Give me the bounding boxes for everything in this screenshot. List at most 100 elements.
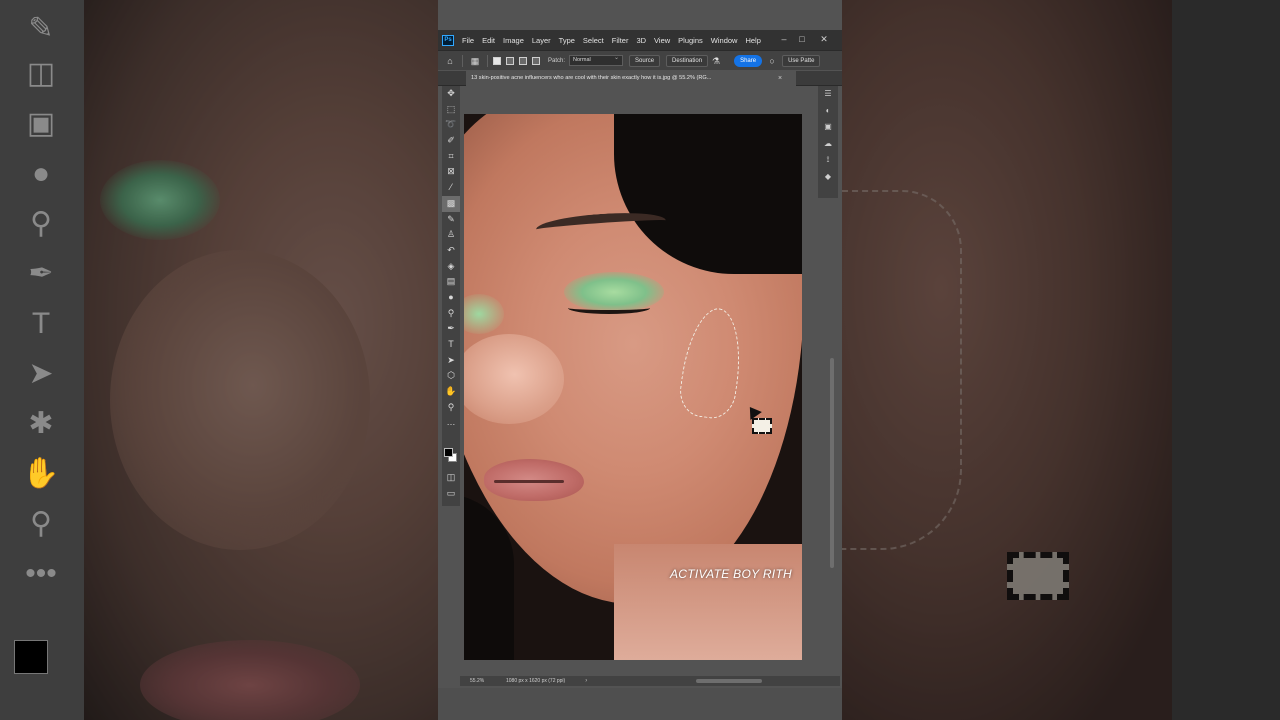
- backdrop-nose: [110, 250, 370, 550]
- blurred-backdrop-left: ✎ ◫ ▣ ● ⚲ ✒ T ➤ ✱ ✋ ⚲ •••: [0, 0, 438, 720]
- document-tab-bar: 13 skin-positive acne influencers who ar…: [438, 71, 842, 86]
- frame-icon[interactable]: ⊠: [442, 164, 460, 180]
- source-button[interactable]: Source: [629, 54, 661, 67]
- type-icon[interactable]: T: [442, 337, 460, 353]
- menu-plugins[interactable]: Plugins: [678, 36, 703, 45]
- close-tab-icon[interactable]: ×: [778, 71, 782, 86]
- backdrop-zoom-icon: ⚲: [30, 507, 52, 540]
- eyedropper-icon[interactable]: ⁄: [442, 180, 460, 196]
- watermark-text: ACTIVATE BOY RITH: [670, 567, 793, 581]
- brush-icon[interactable]: ✎: [442, 212, 460, 228]
- intersect-selection-mode-button[interactable]: [532, 56, 540, 65]
- status-arrow-icon[interactable]: ›: [585, 678, 587, 684]
- backdrop-toolbar: ✎ ◫ ▣ ● ⚲ ✒ T ➤ ✱ ✋ ⚲ •••: [0, 0, 84, 720]
- menu-bar: Ps File Edit Image Layer Type Select Fil…: [438, 30, 842, 50]
- screen-mode-icon[interactable]: ▭: [442, 486, 460, 502]
- subtract-selection-mode-button[interactable]: [519, 56, 527, 65]
- menu-file[interactable]: File: [462, 36, 474, 45]
- options-separator: [462, 54, 463, 67]
- properties-icon[interactable]: ▣: [818, 119, 838, 136]
- canvas-area[interactable]: ACTIVATE BOY RITH: [460, 86, 834, 676]
- patch-cursor-icon: [752, 418, 772, 434]
- foreground-color-swatch[interactable]: [444, 448, 453, 457]
- destination-button[interactable]: Destination: [666, 54, 709, 67]
- dodge-icon[interactable]: ⚲: [442, 306, 460, 322]
- new-selection-mode-button[interactable]: [493, 56, 501, 65]
- paths-icon[interactable]: ⟟: [818, 152, 838, 169]
- home-icon[interactable]: ⌂: [444, 55, 456, 67]
- backdrop-dodge-icon: ⚲: [30, 207, 52, 240]
- horizontal-scrollbar[interactable]: [696, 679, 762, 683]
- search-icon[interactable]: ○: [766, 55, 778, 67]
- patch-preset-icon[interactable]: ▦: [469, 55, 481, 67]
- backdrop-path-select-icon: ➤: [28, 357, 54, 390]
- move-icon[interactable]: ✥: [442, 86, 460, 102]
- right-panel-dock: ☰ ◐ ▣ ☁ ⟟ ◆: [818, 86, 838, 198]
- gradient-icon[interactable]: ▤: [442, 274, 460, 290]
- menu-select[interactable]: Select: [583, 36, 604, 45]
- patch-tool-icon[interactable]: ▩: [442, 195, 460, 212]
- options-separator: [487, 54, 488, 67]
- transparent-icon[interactable]: ⚗: [710, 55, 722, 67]
- libraries-icon[interactable]: ☁: [818, 136, 838, 153]
- image-neck: [614, 544, 802, 660]
- backdrop-foreground-swatch: [14, 640, 48, 674]
- backdrop-gradient-icon: ▣: [26, 107, 56, 140]
- more-tools-icon[interactable]: …: [442, 415, 460, 431]
- menu-help[interactable]: Help: [745, 36, 760, 45]
- hand-icon[interactable]: ✋: [442, 384, 460, 400]
- color-icon[interactable]: ◐: [818, 103, 838, 120]
- patch-mode-select[interactable]: Normal: [569, 54, 624, 66]
- tools-panel: ✥ ⬚ ➰ ✐ ⌗ ⊠ ⁄ ▩ ✎ ♙ ↶ ◈ ▤ ● ⚲ ✒ T ➤ ⬡ ✋ …: [442, 86, 460, 506]
- vertical-scrollbar[interactable]: [830, 358, 834, 568]
- backdrop-hand-icon: ✋: [22, 457, 60, 490]
- window-bottom-area: [438, 688, 842, 720]
- image-lip-line: [494, 480, 564, 483]
- add-selection-mode-button[interactable]: [506, 56, 514, 65]
- menu-layer[interactable]: Layer: [532, 36, 551, 45]
- menu-image[interactable]: Image: [503, 36, 524, 45]
- menu-type[interactable]: Type: [559, 36, 575, 45]
- zoom-level[interactable]: 55.2%: [470, 678, 500, 684]
- backdrop-right-panel: [1172, 0, 1280, 720]
- backdrop-eye-left: [100, 160, 220, 240]
- eraser-icon[interactable]: ◈: [442, 259, 460, 275]
- shape-icon[interactable]: ⬡: [442, 368, 460, 384]
- menu-window[interactable]: Window: [711, 36, 738, 45]
- document-tab[interactable]: 13 skin-positive acne influencers who ar…: [466, 71, 796, 86]
- photoshop-window: Ps File Edit Image Layer Type Select Fil…: [438, 0, 842, 720]
- pen-icon[interactable]: ✒: [442, 321, 460, 337]
- backdrop-patch-cursor-icon: [1007, 552, 1069, 600]
- menu-filter[interactable]: Filter: [612, 36, 629, 45]
- blur-icon[interactable]: ●: [442, 290, 460, 306]
- close-window-button[interactable]: ✕: [816, 30, 832, 48]
- document-image[interactable]: ACTIVATE BOY RITH: [464, 114, 802, 660]
- menu-view[interactable]: View: [654, 36, 670, 45]
- maximize-button[interactable]: □: [794, 30, 810, 48]
- image-eyelash: [568, 302, 650, 314]
- menu-3d[interactable]: 3D: [636, 36, 646, 45]
- minimize-button[interactable]: –: [776, 30, 792, 48]
- crop-icon[interactable]: ⌗: [442, 149, 460, 165]
- history-brush-icon[interactable]: ↶: [442, 243, 460, 259]
- path-select-icon[interactable]: ➤: [442, 353, 460, 369]
- lasso-icon[interactable]: ➰: [442, 117, 460, 133]
- document-tab-title: 13 skin-positive acne influencers who ar…: [471, 75, 712, 81]
- layers-icon[interactable]: ◆: [818, 169, 838, 186]
- share-button[interactable]: Share: [734, 54, 763, 67]
- quick-mask-icon[interactable]: ◫: [442, 470, 460, 486]
- marquee-icon[interactable]: ⬚: [442, 102, 460, 118]
- zoom-icon[interactable]: ⚲: [442, 400, 460, 416]
- menu-edit[interactable]: Edit: [482, 36, 495, 45]
- options-bar: ⌂ ▦ Patch: Normal Source Destination ⚗ S…: [438, 50, 842, 70]
- backdrop-brush-icon: ✎: [28, 12, 54, 45]
- status-bar: 55.2% 1080 px x 1620 px (72 ppi) ›: [460, 676, 840, 686]
- adjustments-icon[interactable]: ☰: [818, 86, 838, 103]
- backdrop-blur-icon: ●: [31, 157, 51, 190]
- use-pattern-button[interactable]: Use Patte: [782, 54, 821, 67]
- clone-stamp-icon[interactable]: ♙: [442, 227, 460, 243]
- backdrop-eraser-icon: ◫: [26, 57, 56, 90]
- quick-select-icon[interactable]: ✐: [442, 133, 460, 149]
- patch-label: Patch:: [548, 57, 566, 64]
- blurred-backdrop-right: [842, 0, 1280, 720]
